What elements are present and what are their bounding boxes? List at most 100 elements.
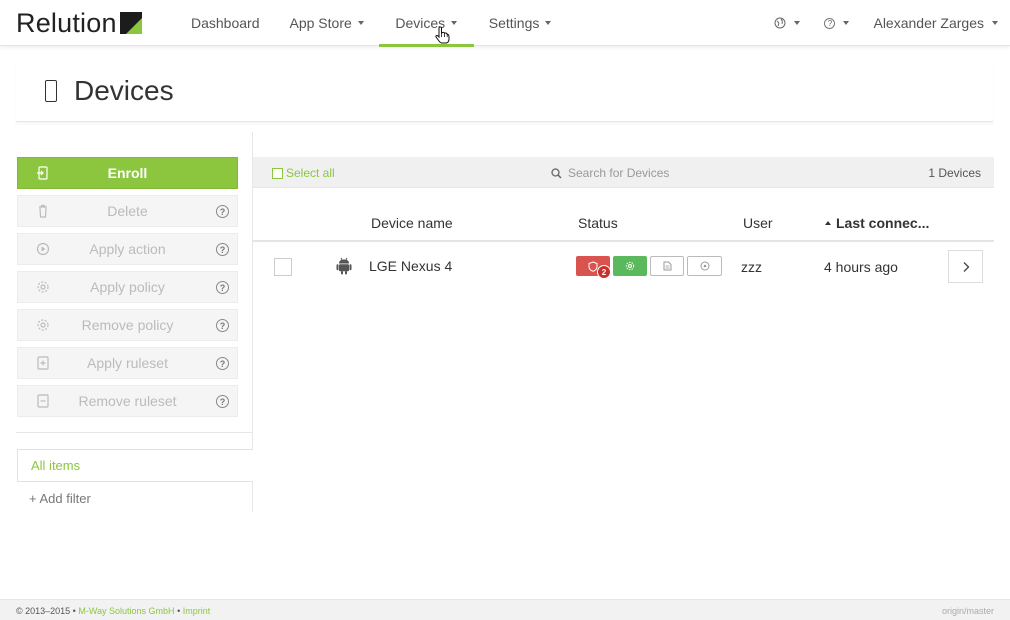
enroll-icon [37, 166, 48, 180]
select-all-label: Select all [286, 166, 335, 180]
checkbox-icon [272, 167, 283, 179]
caret-down-icon [843, 21, 850, 25]
help-icon[interactable]: ? [216, 281, 229, 294]
remove-policy-button[interactable]: Remove policy ? [17, 309, 238, 341]
sidebar-divider [16, 432, 252, 433]
apply-policy-button[interactable]: Apply policy ? [17, 271, 238, 303]
trash-icon [39, 204, 47, 218]
last-connected: 4 hours ago [824, 259, 898, 275]
globe-icon [774, 17, 786, 29]
logo-text: Relution [16, 7, 117, 38]
delete-label: Delete [107, 203, 148, 219]
search-icon [551, 167, 562, 179]
apply-ruleset-button[interactable]: Apply ruleset ? [17, 347, 238, 379]
delete-button[interactable]: Delete ? [17, 195, 238, 227]
search-box [551, 164, 851, 182]
help-icon[interactable]: ? [216, 205, 229, 218]
relution-logo[interactable]: Relution [16, 8, 142, 38]
table-row[interactable]: LGE Nexus 4 2 zzz 4 hours ago [253, 243, 994, 291]
document-status-badge[interactable] [650, 256, 684, 276]
column-status[interactable]: Status [578, 215, 618, 231]
help-icon[interactable]: ? [216, 357, 229, 370]
remove-ruleset-label: Remove ruleset [78, 393, 177, 409]
nav-right: ? Alexander Zarges [762, 0, 1010, 46]
minus-square-icon [37, 394, 49, 408]
footer-separator: • [177, 606, 181, 616]
nav-dashboard-label: Dashboard [191, 15, 260, 31]
top-navbar: Relution Dashboard App Store Devices Set… [0, 0, 1010, 47]
apply-action-button[interactable]: Apply action ? [17, 233, 238, 265]
file-icon [663, 261, 671, 271]
gear-icon [37, 319, 49, 331]
column-device-name[interactable]: Device name [371, 215, 453, 231]
device-user: zzz [741, 259, 762, 275]
remove-policy-label: Remove policy [81, 317, 174, 333]
nav-settings[interactable]: Settings [474, 0, 567, 46]
hand-cursor-icon [435, 26, 450, 44]
caret-down-icon [357, 21, 364, 25]
policy-status-badge[interactable] [613, 256, 647, 276]
table-header: Device name Status User Last connec... [253, 206, 994, 242]
gear-icon [37, 281, 49, 293]
nav-app-store[interactable]: App Store [275, 0, 379, 46]
target-icon [700, 261, 709, 271]
security-status-badge[interactable]: 2 [576, 256, 611, 279]
nav-app-store-label: App Store [289, 15, 352, 31]
nav-dashboard[interactable]: Dashboard [176, 0, 275, 46]
sidebar: Enroll Delete ? Apply action ? Apply pol… [16, 132, 253, 512]
caret-down-icon [992, 21, 998, 25]
status-badges: 2 [576, 256, 725, 279]
search-input[interactable] [568, 166, 828, 180]
remove-ruleset-button[interactable]: Remove ruleset ? [17, 385, 238, 417]
chevron-right-icon [963, 261, 969, 272]
copyright: © 2013–2015 • [16, 606, 76, 616]
help-icon: ? [824, 17, 836, 29]
company-link[interactable]: M-Way Solutions GmbH [78, 606, 174, 616]
select-all-checkbox[interactable]: Select all [272, 166, 335, 180]
device-name[interactable]: LGE Nexus 4 [369, 258, 452, 274]
add-filter-link[interactable]: + Add filter [29, 491, 91, 506]
nav-devices[interactable]: Devices [378, 0, 474, 47]
language-menu[interactable] [762, 0, 812, 46]
footer-left: © 2013–2015 • M-Way Solutions GmbH • Imp… [16, 606, 210, 616]
help-menu[interactable]: ? [812, 0, 861, 46]
page-title: Devices [74, 75, 174, 106]
caret-down-icon [545, 21, 552, 25]
imprint-link[interactable]: Imprint [183, 606, 211, 616]
help-icon[interactable]: ? [216, 319, 229, 332]
play-icon [36, 242, 50, 256]
page-header: Devices [16, 60, 993, 122]
location-status-badge[interactable] [687, 256, 722, 276]
column-last-connected-label: Last connec... [836, 215, 930, 231]
caret-down-icon [794, 21, 801, 25]
apply-ruleset-label: Apply ruleset [87, 355, 168, 371]
branch-info: origin/master [941, 606, 994, 616]
row-checkbox[interactable] [274, 258, 292, 276]
footer: © 2013–2015 • M-Way Solutions GmbH • Imp… [0, 599, 1010, 620]
apply-action-label: Apply action [89, 241, 166, 257]
user-menu[interactable]: Alexander Zarges [861, 0, 1010, 46]
filter-all-items[interactable]: All items [17, 449, 253, 482]
row-details-button[interactable] [948, 250, 983, 283]
logo-mark-icon [119, 12, 142, 34]
device-count: 1 Devices [928, 166, 981, 180]
column-user[interactable]: User [743, 215, 773, 231]
nav-settings-label: Settings [488, 15, 540, 31]
sort-up-icon [825, 221, 831, 225]
security-count: 2 [597, 265, 611, 279]
enroll-label: Enroll [107, 165, 148, 181]
main-nav: Dashboard App Store Devices Settings [176, 0, 567, 47]
device-toolbar: Select all 1 Devices [253, 157, 994, 188]
android-icon [336, 257, 352, 275]
help-icon[interactable]: ? [216, 243, 229, 256]
caret-down-icon [451, 21, 458, 25]
gear-icon [625, 261, 635, 271]
plus-square-icon [37, 356, 49, 370]
user-name: Alexander Zarges [873, 15, 984, 31]
apply-policy-label: Apply policy [90, 279, 165, 295]
enroll-button[interactable]: Enroll [17, 157, 238, 189]
mobile-device-icon [45, 80, 57, 102]
filter-all-items-label: All items [31, 458, 81, 473]
help-icon[interactable]: ? [216, 395, 229, 408]
column-last-connected[interactable]: Last connec... [825, 215, 929, 231]
